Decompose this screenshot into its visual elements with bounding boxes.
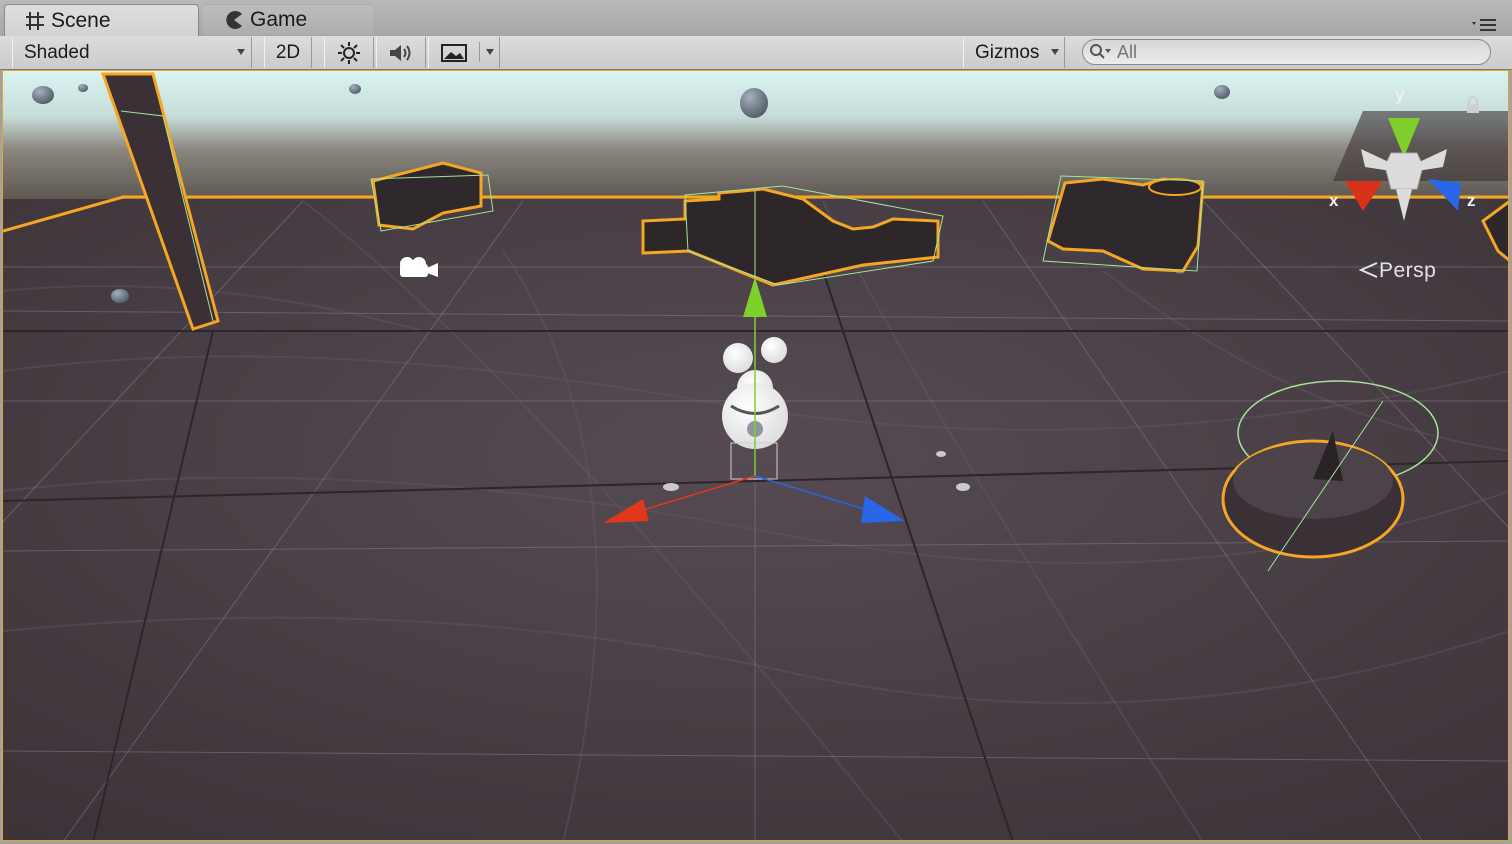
- search-input[interactable]: [1115, 40, 1479, 64]
- chevron-down-icon: [1051, 49, 1059, 55]
- scene-viewport[interactable]: y x z Persp: [2, 70, 1509, 841]
- draw-mode-label: Shaded: [24, 41, 90, 63]
- projection-label: Persp: [1379, 259, 1437, 282]
- effects-dropdown[interactable]: [428, 37, 500, 68]
- scene-window: Scene Game Shaded 2D Gizmos All y x z Pe…: [0, 0, 1512, 844]
- sphere-object[interactable]: [956, 483, 970, 491]
- sphere-object[interactable]: [349, 84, 361, 94]
- image-effects-icon: [441, 43, 467, 62]
- projection-toggle[interactable]: Persp: [1357, 259, 1436, 283]
- sphere-object[interactable]: [1214, 85, 1230, 99]
- 2d-toggle-button[interactable]: 2D: [264, 37, 312, 68]
- gizmo-center-cube[interactable]: [1384, 152, 1424, 190]
- audio-toggle-button[interactable]: [376, 37, 426, 68]
- draw-mode-dropdown[interactable]: Shaded: [12, 37, 252, 68]
- search-icon: [1090, 44, 1111, 59]
- lighting-toggle-button[interactable]: [324, 37, 374, 68]
- scene-toolbar: Shaded 2D Gizmos: [0, 36, 1512, 70]
- sphere-object[interactable]: [32, 86, 54, 104]
- split-divider: [479, 42, 480, 62]
- tab-scene[interactable]: Scene: [4, 4, 199, 37]
- gizmos-label: Gizmos: [975, 41, 1040, 63]
- gizmos-dropdown[interactable]: Gizmos: [963, 37, 1065, 68]
- sphere-object[interactable]: [936, 451, 946, 457]
- lock-icon[interactable]: [1465, 96, 1481, 114]
- gizmo-x-label: x: [1329, 191, 1339, 210]
- tab-game[interactable]: Game: [203, 4, 373, 35]
- tab-game-label: Game: [250, 8, 308, 31]
- tab-bar: Scene Game: [0, 0, 1512, 37]
- sphere-object[interactable]: [740, 88, 768, 118]
- sphere-object[interactable]: [78, 84, 88, 92]
- gizmo-y-label: y: [1395, 85, 1405, 104]
- panel-menu-icon[interactable]: [1472, 18, 1498, 32]
- 2d-label: 2D: [275, 41, 301, 63]
- chevron-down-icon: [237, 49, 245, 55]
- gizmo-z-label: z: [1467, 191, 1476, 210]
- pacman-icon: [226, 11, 242, 29]
- grid-icon: [26, 12, 44, 30]
- scene-render[interactable]: [3, 71, 1509, 841]
- chevron-left-icon: [1358, 262, 1378, 278]
- sun-icon: [338, 41, 360, 64]
- speaker-icon: [390, 44, 411, 61]
- tab-scene-label: Scene: [51, 9, 111, 32]
- chevron-down-icon: [486, 49, 494, 55]
- sphere-object[interactable]: [111, 289, 129, 303]
- search-field[interactable]: [1082, 39, 1491, 65]
- sphere-object[interactable]: [663, 483, 679, 491]
